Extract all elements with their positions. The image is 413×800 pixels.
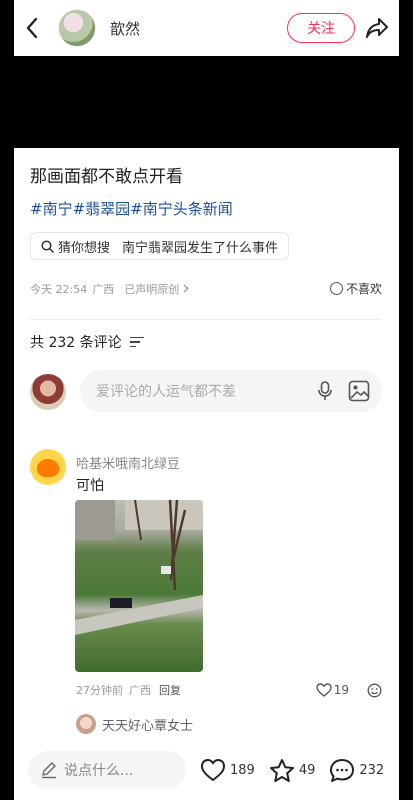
post-region: 广西 [92, 282, 115, 296]
photo-scene [75, 500, 203, 635]
sad-face-icon [329, 282, 343, 295]
dislike-button[interactable]: 不喜欢 [329, 280, 382, 297]
share-button[interactable] [355, 0, 399, 56]
bottom-action-bar: 说点什么... 189 49 232 [14, 740, 399, 800]
comment-time: 27分钟前 [76, 684, 123, 697]
comment-like-count: 19 [333, 683, 349, 697]
say-something-input[interactable]: 说点什么... [28, 751, 186, 789]
post-panel: 那画面都不敢点开看 #南宁 #翡翠园 #南宁头条新闻 猜你想搜 南宁翡翠园发生了… [14, 148, 399, 800]
reply-button[interactable]: 回复 [159, 682, 181, 698]
top-bar: 歆然 关注 [14, 0, 399, 56]
image-icon[interactable] [348, 380, 370, 402]
microphone-icon[interactable] [318, 381, 332, 401]
original-declaration[interactable]: 已声明原创 [124, 281, 179, 297]
hashtag[interactable]: #南宁 [30, 198, 73, 219]
favorite-count: 49 [298, 762, 316, 778]
comment-button[interactable]: 232 [329, 758, 384, 783]
heart-icon [200, 758, 226, 782]
like-button[interactable]: 189 [200, 758, 255, 782]
favorite-button[interactable]: 49 [269, 758, 316, 783]
comment-image[interactable] [75, 500, 203, 672]
author-name[interactable]: 歆然 [110, 18, 140, 39]
commenter-name[interactable]: 哈基米哦南北绿豆 [76, 453, 180, 472]
follow-button[interactable]: 关注 [287, 13, 355, 43]
post-meta: 今天 22:54 广西 已声明原创 不喜欢 [30, 280, 382, 297]
comment-input-placeholder: 爱评论的人运气都不差 [96, 384, 236, 400]
commenter-avatar[interactable] [30, 449, 66, 485]
comment-total-count: 232 [359, 762, 385, 778]
heart-icon [316, 683, 332, 697]
share-icon [366, 18, 388, 38]
say-something-placeholder: 说点什么... [64, 763, 134, 779]
chevron-left-icon [26, 17, 38, 39]
sort-icon[interactable] [129, 336, 144, 348]
comment-meta: 27分钟前 广西 回复 19 [76, 682, 382, 698]
comment-input[interactable]: 爱评论的人运气都不差 [80, 370, 382, 412]
comment-like-button[interactable]: 19 [316, 683, 382, 698]
search-suggestion[interactable]: 猜你想搜 南宁翡翠园发生了什么事件 [30, 232, 290, 260]
divider [30, 319, 382, 320]
search-suggestion-query: 南宁翡翠园发生了什么事件 [122, 240, 279, 256]
hashtag[interactable]: #翡翠园 [73, 198, 131, 219]
comment-count: 共 232 条评论 [30, 332, 144, 352]
my-avatar [30, 374, 66, 410]
comment-text: 可怕 [76, 478, 104, 494]
comment-count-label: 共 232 条评论 [30, 335, 122, 351]
search-suggestion-label: 猜你想搜 [58, 240, 111, 256]
post-title: 那画面都不敢点开看 [30, 167, 183, 187]
dislike-label: 不喜欢 [345, 282, 382, 296]
hashtag-list: #南宁 #翡翠园 #南宁头条新闻 [30, 198, 233, 219]
comment-region: 广西 [129, 684, 151, 697]
post-time: 今天 22:54 [30, 282, 88, 296]
back-button[interactable] [14, 0, 50, 56]
pencil-icon [42, 762, 56, 779]
search-icon [41, 239, 54, 253]
comment-bubble-icon [330, 758, 355, 782]
reply-author-name[interactable]: 天天好心覃女士 [102, 715, 193, 734]
like-count: 189 [230, 762, 255, 778]
star-icon [269, 758, 294, 782]
hashtag[interactable]: #南宁头条新闻 [130, 198, 233, 219]
chevron-right-icon [183, 284, 190, 293]
sticker-icon[interactable] [367, 683, 382, 698]
author-avatar[interactable] [58, 9, 96, 47]
reply-avatar[interactable] [76, 714, 96, 734]
